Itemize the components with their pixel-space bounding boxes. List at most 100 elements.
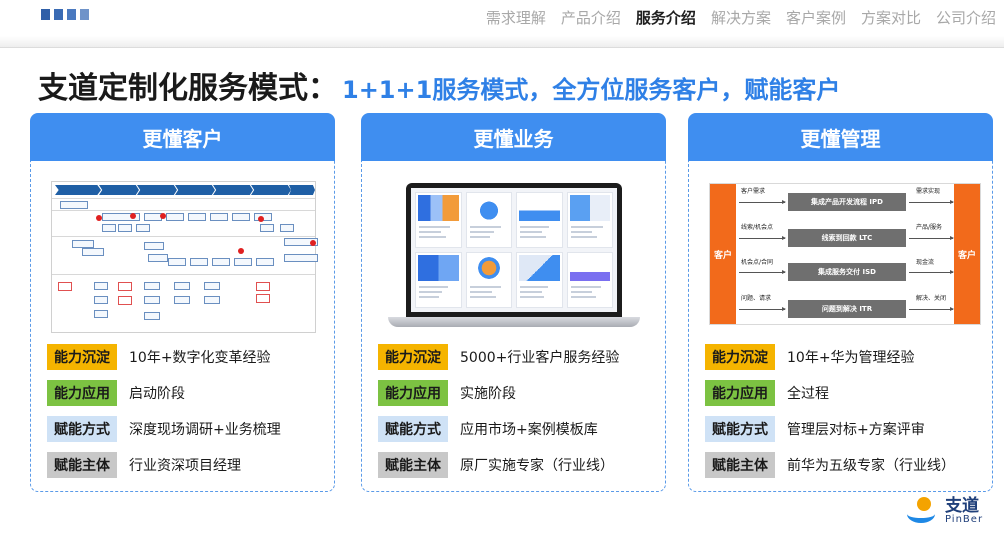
swimlane-line bbox=[52, 236, 315, 237]
card-body: 能力沉淀 5000+行业客户服务经验 能力应用 实施阶段 赋能方式 应用市场+案… bbox=[361, 161, 666, 492]
row-method: 赋能方式 应用市场+案例模板库 bbox=[378, 416, 619, 442]
badge-application: 能力应用 bbox=[47, 380, 117, 406]
page-title-main: 支道定制化服务模式： bbox=[38, 71, 338, 106]
flow-marker bbox=[258, 216, 264, 222]
input-label: 问题、请求 bbox=[741, 295, 772, 302]
app-tile bbox=[566, 252, 613, 308]
flow-node bbox=[256, 258, 274, 266]
logo-square bbox=[41, 9, 50, 20]
flow-node bbox=[94, 282, 108, 290]
row-value: 前华为五级专家（行业线） bbox=[787, 458, 955, 474]
row-method: 赋能方式 深度现场调研+业务梳理 bbox=[47, 416, 281, 442]
badge-application: 能力应用 bbox=[378, 380, 448, 406]
page-title-sub: 1+1+1服务模式，全方位服务客户，赋能客户 bbox=[342, 76, 841, 104]
arrow-icon bbox=[909, 307, 954, 311]
output-label: 现金流 bbox=[916, 259, 935, 266]
flow-node bbox=[144, 296, 160, 304]
arrow-icon bbox=[739, 200, 786, 204]
output-label: 需求实现 bbox=[916, 188, 941, 195]
flow-node bbox=[260, 224, 274, 232]
badge-application: 能力应用 bbox=[705, 380, 775, 406]
row-application: 能力应用 全过程 bbox=[705, 380, 955, 406]
flow-stage bbox=[213, 185, 253, 195]
nav-item-solutions[interactable]: 解决方案 bbox=[711, 7, 771, 28]
row-value: 启动阶段 bbox=[129, 386, 185, 402]
row-value: 管理层对标+方案评审 bbox=[787, 422, 925, 438]
flow-node bbox=[144, 282, 160, 290]
row-subject: 赋能主体 前华为五级专家（行业线） bbox=[705, 452, 955, 478]
badge-method: 赋能方式 bbox=[47, 416, 117, 442]
flow-node bbox=[234, 258, 252, 266]
badge-capability: 能力沉淀 bbox=[47, 344, 117, 370]
row-subject: 赋能主体 原厂实施专家（行业线） bbox=[378, 452, 619, 478]
arrow-icon bbox=[909, 270, 954, 274]
process-bar-itr: 问题到解决 ITR bbox=[788, 300, 906, 318]
card-header: 更懂管理 bbox=[688, 113, 993, 161]
top-nav: 需求理解 产品介绍 服务介绍 解决方案 客户案例 方案对比 公司介绍 bbox=[486, 7, 996, 28]
customer-left-bar: 客户 bbox=[710, 184, 736, 324]
badge-capability: 能力沉淀 bbox=[705, 344, 775, 370]
nav-item-comparison[interactable]: 方案对比 bbox=[861, 7, 921, 28]
card-rows: 能力沉淀 5000+行业客户服务经验 能力应用 实施阶段 赋能方式 应用市场+案… bbox=[378, 344, 619, 488]
card-body: 客户 客户 客户需求 集成产品开发流程 IPD 需求实现 线索/机会点 线索到回… bbox=[688, 161, 993, 492]
badge-subject: 赋能主体 bbox=[378, 452, 448, 478]
pinber-logo-icon bbox=[905, 497, 941, 525]
flow-stage bbox=[175, 185, 215, 195]
flow-node-highlight bbox=[58, 282, 72, 291]
flow-stage bbox=[289, 185, 315, 195]
card-rows: 能力沉淀 10年+华为管理经验 能力应用 全过程 赋能方式 管理层对标+方案评审… bbox=[705, 344, 955, 488]
card-body: 能力沉淀 10年+数字化变革经验 能力应用 启动阶段 赋能方式 深度现场调研+业… bbox=[30, 161, 335, 492]
customer-right-bar: 客户 bbox=[954, 184, 980, 324]
nav-item-cases[interactable]: 客户案例 bbox=[786, 7, 846, 28]
logo-square bbox=[80, 9, 89, 20]
flow-node bbox=[148, 254, 168, 262]
logo-squares bbox=[41, 9, 89, 20]
laptop-base bbox=[388, 317, 640, 327]
row-capability: 能力沉淀 5000+行业客户服务经验 bbox=[378, 344, 619, 370]
flow-stage bbox=[251, 185, 291, 195]
arrow-icon bbox=[739, 307, 786, 311]
flow-marker bbox=[238, 248, 244, 254]
card-management: 更懂管理 客户 客户 客户需求 集成产品开发流程 IPD 需求实现 线索/机会点… bbox=[688, 113, 993, 492]
output-label: 产品/服务 bbox=[916, 224, 943, 231]
app-tile bbox=[566, 192, 613, 248]
card-customer: 更懂客户 能力沉淀 10年+数字化变革经验 能力应用 启动阶段 赋能方式 深度现… bbox=[30, 113, 335, 492]
row-value: 10年+数字化变革经验 bbox=[129, 350, 271, 366]
nav-item-requirements[interactable]: 需求理解 bbox=[486, 7, 546, 28]
card-business: 更懂业务 能力沉淀 5000+行业客户服务经验 能力应用 实施阶段 赋能方式 应… bbox=[361, 113, 666, 492]
badge-subject: 赋能主体 bbox=[47, 452, 117, 478]
brand-logo: 支道 PinBer bbox=[905, 497, 983, 525]
flow-node bbox=[94, 310, 108, 318]
flow-marker bbox=[130, 213, 136, 219]
page-title: 支道定制化服务模式： 1+1+1服务模式，全方位服务客户，赋能客户 bbox=[38, 63, 840, 107]
logo-square bbox=[54, 9, 63, 20]
flow-node bbox=[144, 312, 160, 320]
nav-item-products[interactable]: 产品介绍 bbox=[561, 7, 621, 28]
flow-node-highlight bbox=[118, 296, 132, 305]
nav-item-company[interactable]: 公司介绍 bbox=[936, 7, 996, 28]
input-label: 机会点/合同 bbox=[741, 259, 774, 266]
flow-node bbox=[118, 224, 132, 232]
flow-node bbox=[280, 224, 294, 232]
flow-node bbox=[82, 248, 104, 256]
flow-node bbox=[144, 242, 164, 250]
output-label: 解决、关闭 bbox=[916, 295, 947, 302]
flow-marker bbox=[96, 215, 102, 221]
badge-subject: 赋能主体 bbox=[705, 452, 775, 478]
flow-node bbox=[60, 201, 88, 209]
app-tile bbox=[415, 192, 462, 248]
row-capability: 能力沉淀 10年+数字化变革经验 bbox=[47, 344, 281, 370]
card-header: 更懂客户 bbox=[30, 113, 335, 161]
app-tile bbox=[516, 252, 563, 308]
flow-node-highlight bbox=[256, 294, 270, 303]
arrow-icon bbox=[739, 236, 786, 240]
flow-stage bbox=[99, 185, 139, 195]
app-tile bbox=[465, 252, 512, 308]
badge-method: 赋能方式 bbox=[378, 416, 448, 442]
row-subject: 赋能主体 行业资深项目经理 bbox=[47, 452, 281, 478]
arrow-icon bbox=[909, 200, 954, 204]
nav-item-services[interactable]: 服务介绍 bbox=[636, 7, 696, 28]
flow-node bbox=[102, 224, 116, 232]
brand-name-cn: 支道 bbox=[945, 495, 979, 516]
management-process-diagram: 客户 客户 客户需求 集成产品开发流程 IPD 需求实现 线索/机会点 线索到回… bbox=[709, 183, 981, 325]
